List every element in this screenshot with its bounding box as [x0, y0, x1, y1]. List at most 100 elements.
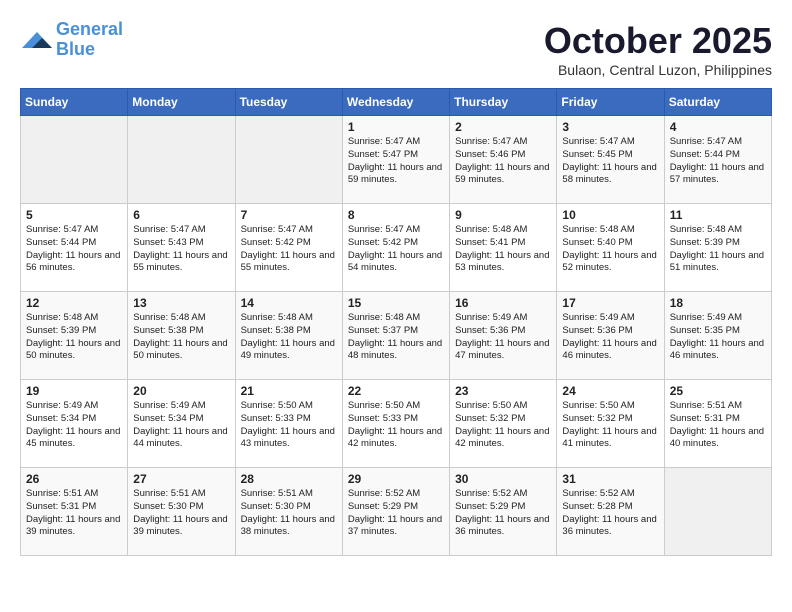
calendar-cell: 26 Sunrise: 5:51 AM Sunset: 5:31 PM Dayli…: [21, 468, 128, 556]
day-number: 1: [348, 120, 444, 134]
day-number: 9: [455, 208, 551, 222]
day-number: 24: [562, 384, 658, 398]
day-info: Sunrise: 5:48 AM Sunset: 5:41 PM Dayligh…: [455, 224, 551, 275]
title-block: October 2025 Bulaon, Central Luzon, Phil…: [544, 20, 772, 78]
day-info: Sunrise: 5:52 AM Sunset: 5:29 PM Dayligh…: [348, 488, 444, 539]
day-info: Sunrise: 5:48 AM Sunset: 5:38 PM Dayligh…: [241, 312, 337, 363]
day-info: Sunrise: 5:48 AM Sunset: 5:39 PM Dayligh…: [670, 224, 766, 275]
day-number: 27: [133, 472, 229, 486]
day-number: 18: [670, 296, 766, 310]
weekday-header: Friday: [557, 89, 664, 116]
calendar-cell: 30 Sunrise: 5:52 AM Sunset: 5:29 PM Dayli…: [450, 468, 557, 556]
calendar-cell: 24 Sunrise: 5:50 AM Sunset: 5:32 PM Dayli…: [557, 380, 664, 468]
calendar-body: 1 Sunrise: 5:47 AM Sunset: 5:47 PM Daylig…: [21, 116, 772, 556]
logo-icon: [22, 28, 52, 52]
day-number: 15: [348, 296, 444, 310]
logo: General Blue: [20, 20, 123, 60]
calendar-cell: 17 Sunrise: 5:49 AM Sunset: 5:36 PM Dayli…: [557, 292, 664, 380]
day-number: 10: [562, 208, 658, 222]
day-info: Sunrise: 5:49 AM Sunset: 5:36 PM Dayligh…: [562, 312, 658, 363]
day-number: 31: [562, 472, 658, 486]
day-info: Sunrise: 5:47 AM Sunset: 5:42 PM Dayligh…: [348, 224, 444, 275]
calendar-cell: 6 Sunrise: 5:47 AM Sunset: 5:43 PM Daylig…: [128, 204, 235, 292]
day-number: 5: [26, 208, 122, 222]
calendar-cell: 10 Sunrise: 5:48 AM Sunset: 5:40 PM Dayli…: [557, 204, 664, 292]
day-info: Sunrise: 5:51 AM Sunset: 5:31 PM Dayligh…: [26, 488, 122, 539]
calendar-cell: 9 Sunrise: 5:48 AM Sunset: 5:41 PM Daylig…: [450, 204, 557, 292]
calendar-cell: 21Sunrise: 5:50 AM Sunset: 5:33 PM Dayli…: [235, 380, 342, 468]
calendar-table: SundayMondayTuesdayWednesdayThursdayFrid…: [20, 88, 772, 556]
calendar-cell: 7Sunrise: 5:47 AM Sunset: 5:42 PM Daylig…: [235, 204, 342, 292]
day-number: 30: [455, 472, 551, 486]
calendar-cell: 19 Sunrise: 5:49 AM Sunset: 5:34 PM Dayli…: [21, 380, 128, 468]
calendar-cell: 27 Sunrise: 5:51 AM Sunset: 5:30 PM Dayli…: [128, 468, 235, 556]
calendar-cell: 11 Sunrise: 5:48 AM Sunset: 5:39 PM Dayli…: [664, 204, 771, 292]
day-info: Sunrise: 5:48 AM Sunset: 5:39 PM Dayligh…: [26, 312, 122, 363]
calendar-week-row: 12Sunrise: 5:48 AM Sunset: 5:39 PM Dayli…: [21, 292, 772, 380]
day-info: Sunrise: 5:50 AM Sunset: 5:33 PM Dayligh…: [348, 400, 444, 451]
weekday-header: Wednesday: [342, 89, 449, 116]
calendar-cell: 15 Sunrise: 5:48 AM Sunset: 5:37 PM Dayli…: [342, 292, 449, 380]
day-info: Sunrise: 5:52 AM Sunset: 5:29 PM Dayligh…: [455, 488, 551, 539]
day-number: 17: [562, 296, 658, 310]
calendar-header: SundayMondayTuesdayWednesdayThursdayFrid…: [21, 89, 772, 116]
day-info: Sunrise: 5:49 AM Sunset: 5:34 PM Dayligh…: [133, 400, 229, 451]
calendar-cell: [21, 116, 128, 204]
day-info: Sunrise: 5:48 AM Sunset: 5:40 PM Dayligh…: [562, 224, 658, 275]
day-number: 23: [455, 384, 551, 398]
weekday-row: SundayMondayTuesdayWednesdayThursdayFrid…: [21, 89, 772, 116]
calendar-cell: 16Sunrise: 5:49 AM Sunset: 5:36 PM Dayli…: [450, 292, 557, 380]
calendar-cell: 3 Sunrise: 5:47 AM Sunset: 5:45 PM Daylig…: [557, 116, 664, 204]
day-number: 6: [133, 208, 229, 222]
weekday-header: Saturday: [664, 89, 771, 116]
calendar-cell: 14 Sunrise: 5:48 AM Sunset: 5:38 PM Dayli…: [235, 292, 342, 380]
calendar-cell: 25Sunrise: 5:51 AM Sunset: 5:31 PM Dayli…: [664, 380, 771, 468]
page-header: General Blue October 2025 Bulaon, Centra…: [20, 20, 772, 78]
calendar-cell: 1 Sunrise: 5:47 AM Sunset: 5:47 PM Daylig…: [342, 116, 449, 204]
logo-text: General Blue: [56, 20, 123, 60]
calendar-cell: 12Sunrise: 5:48 AM Sunset: 5:39 PM Dayli…: [21, 292, 128, 380]
calendar-cell: 5 Sunrise: 5:47 AM Sunset: 5:44 PM Daylig…: [21, 204, 128, 292]
day-info: Sunrise: 5:48 AM Sunset: 5:38 PM Dayligh…: [133, 312, 229, 363]
weekday-header: Monday: [128, 89, 235, 116]
weekday-header: Tuesday: [235, 89, 342, 116]
day-info: Sunrise: 5:47 AM Sunset: 5:47 PM Dayligh…: [348, 136, 444, 187]
calendar-cell: 4Sunrise: 5:47 AM Sunset: 5:44 PM Daylig…: [664, 116, 771, 204]
day-info: Sunrise: 5:52 AM Sunset: 5:28 PM Dayligh…: [562, 488, 658, 539]
day-info: Sunrise: 5:49 AM Sunset: 5:36 PM Dayligh…: [455, 312, 551, 363]
day-info: Sunrise: 5:49 AM Sunset: 5:35 PM Dayligh…: [670, 312, 766, 363]
day-number: 29: [348, 472, 444, 486]
calendar-cell: 22Sunrise: 5:50 AM Sunset: 5:33 PM Dayli…: [342, 380, 449, 468]
calendar-cell: 28Sunrise: 5:51 AM Sunset: 5:30 PM Dayli…: [235, 468, 342, 556]
day-info: Sunrise: 5:47 AM Sunset: 5:44 PM Dayligh…: [26, 224, 122, 275]
day-info: Sunrise: 5:47 AM Sunset: 5:46 PM Dayligh…: [455, 136, 551, 187]
calendar-cell: [128, 116, 235, 204]
day-number: 20: [133, 384, 229, 398]
day-number: 2: [455, 120, 551, 134]
day-number: 3: [562, 120, 658, 134]
calendar-cell: 2 Sunrise: 5:47 AM Sunset: 5:46 PM Daylig…: [450, 116, 557, 204]
calendar-cell: 20 Sunrise: 5:49 AM Sunset: 5:34 PM Dayli…: [128, 380, 235, 468]
day-info: Sunrise: 5:47 AM Sunset: 5:43 PM Dayligh…: [133, 224, 229, 275]
day-number: 26: [26, 472, 122, 486]
day-info: Sunrise: 5:50 AM Sunset: 5:33 PM Dayligh…: [241, 400, 337, 451]
day-number: 19: [26, 384, 122, 398]
day-info: Sunrise: 5:47 AM Sunset: 5:44 PM Dayligh…: [670, 136, 766, 187]
day-info: Sunrise: 5:51 AM Sunset: 5:31 PM Dayligh…: [670, 400, 766, 451]
day-number: 14: [241, 296, 337, 310]
day-number: 11: [670, 208, 766, 222]
location: Bulaon, Central Luzon, Philippines: [544, 62, 772, 78]
calendar-week-row: 5 Sunrise: 5:47 AM Sunset: 5:44 PM Daylig…: [21, 204, 772, 292]
day-info: Sunrise: 5:47 AM Sunset: 5:42 PM Dayligh…: [241, 224, 337, 275]
calendar-cell: [235, 116, 342, 204]
day-info: Sunrise: 5:47 AM Sunset: 5:45 PM Dayligh…: [562, 136, 658, 187]
day-info: Sunrise: 5:50 AM Sunset: 5:32 PM Dayligh…: [562, 400, 658, 451]
calendar-cell: 29 Sunrise: 5:52 AM Sunset: 5:29 PM Dayli…: [342, 468, 449, 556]
month-title: October 2025: [544, 20, 772, 62]
day-info: Sunrise: 5:49 AM Sunset: 5:34 PM Dayligh…: [26, 400, 122, 451]
day-number: 8: [348, 208, 444, 222]
calendar-cell: 23Sunrise: 5:50 AM Sunset: 5:32 PM Dayli…: [450, 380, 557, 468]
day-number: 13: [133, 296, 229, 310]
day-info: Sunrise: 5:48 AM Sunset: 5:37 PM Dayligh…: [348, 312, 444, 363]
day-info: Sunrise: 5:51 AM Sunset: 5:30 PM Dayligh…: [133, 488, 229, 539]
